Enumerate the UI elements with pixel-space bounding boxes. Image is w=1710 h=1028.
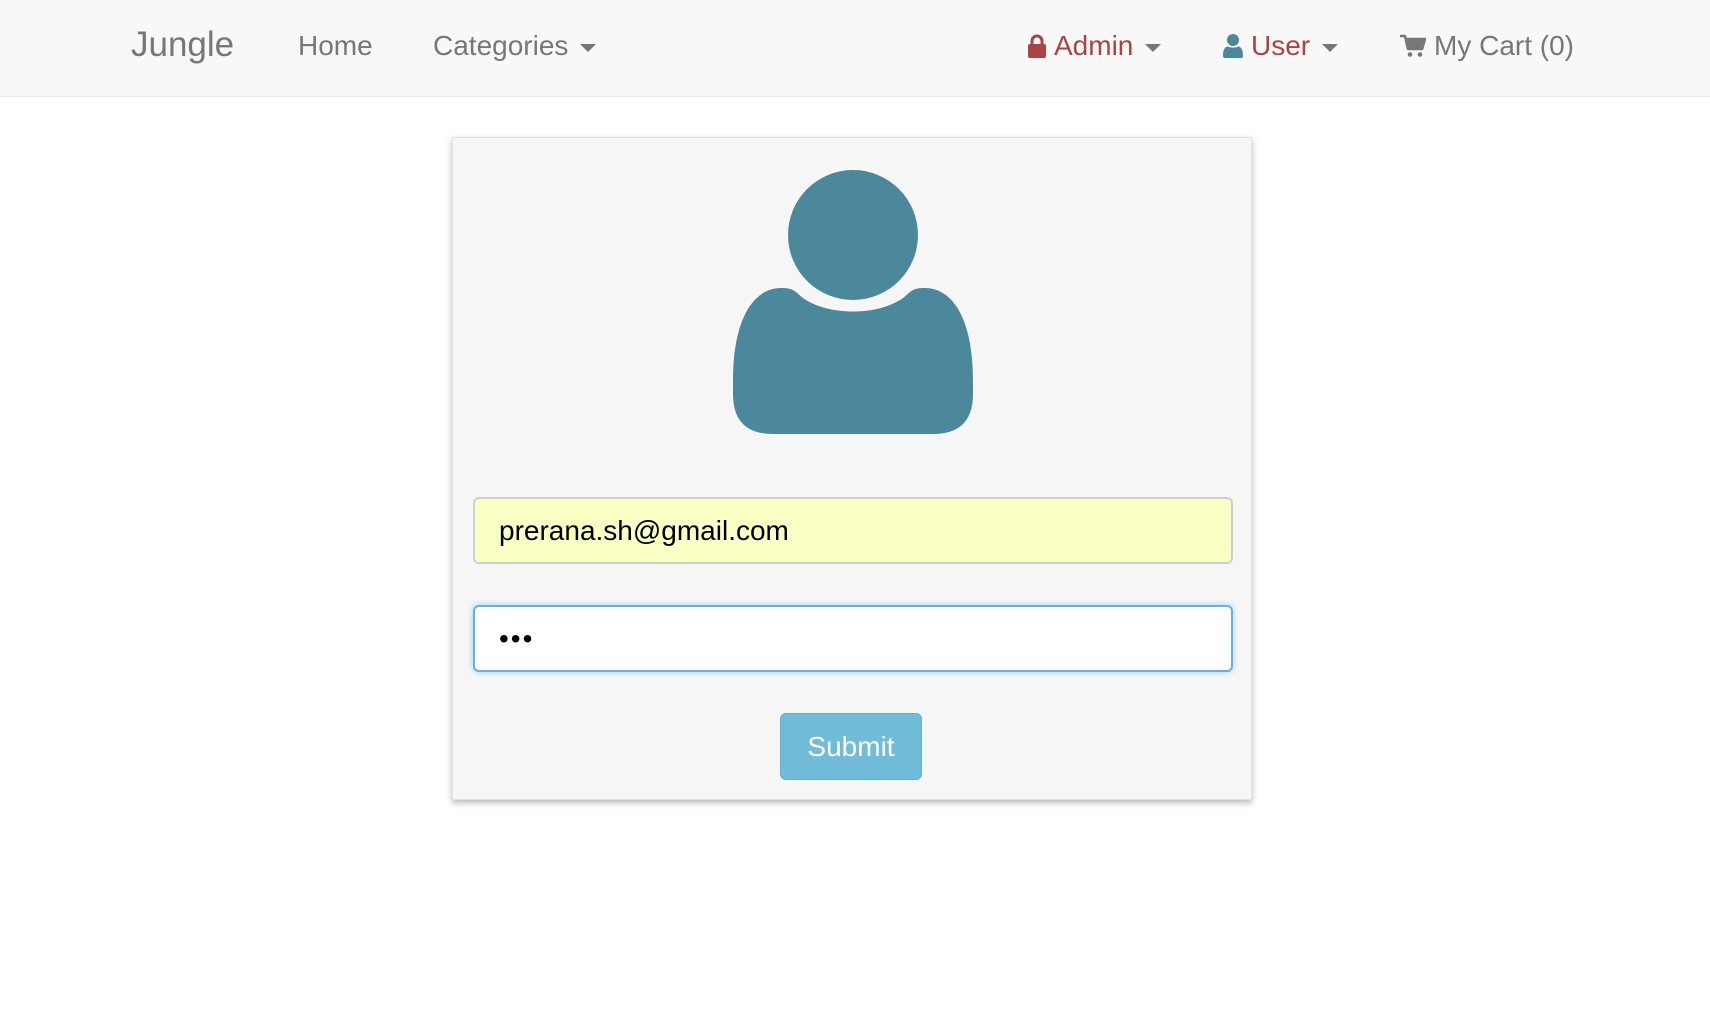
nav-home-link[interactable]: Home [298, 29, 373, 63]
nav-categories-label: Categories [433, 30, 569, 61]
user-avatar-icon [733, 170, 973, 434]
shopping-cart-icon [1400, 34, 1426, 58]
navbar: Jungle Home Categories Admin User My Car… [0, 0, 1710, 97]
nav-cart-link[interactable]: My Cart (0) [1400, 29, 1574, 63]
login-card: Submit [452, 137, 1252, 800]
user-icon [1223, 34, 1243, 58]
nav-admin-label: Admin [1054, 30, 1134, 61]
chevron-down-icon [1145, 44, 1162, 52]
nav-cart-label: My Cart (0) [1434, 30, 1574, 61]
submit-button[interactable]: Submit [780, 713, 922, 780]
chevron-down-icon [580, 44, 597, 52]
password-field[interactable] [473, 605, 1233, 672]
nav-home-label: Home [298, 30, 373, 61]
nav-user-label: User [1251, 30, 1311, 61]
nav-user-dropdown[interactable]: User [1223, 29, 1339, 63]
lock-icon [1028, 34, 1046, 58]
nav-categories-dropdown[interactable]: Categories [433, 29, 597, 63]
nav-admin-dropdown[interactable]: Admin [1028, 29, 1162, 63]
brand-link[interactable]: Jungle [131, 25, 234, 65]
email-field[interactable] [473, 497, 1233, 564]
chevron-down-icon [1322, 44, 1339, 52]
